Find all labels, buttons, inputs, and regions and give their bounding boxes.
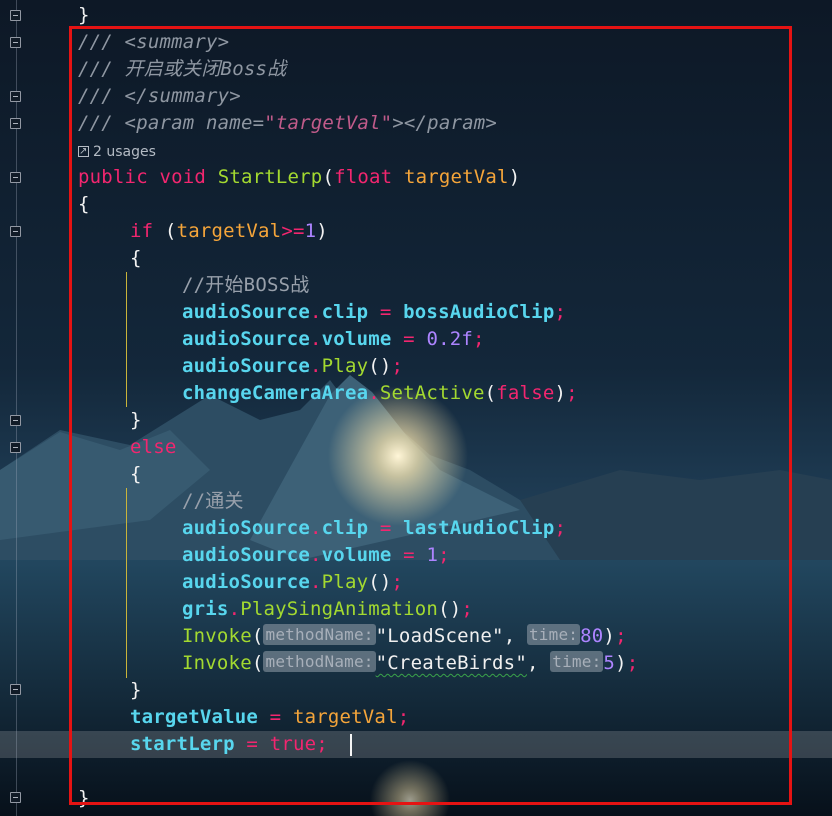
highlight-annotation-box — [69, 26, 792, 805]
code-line: } — [78, 4, 90, 26]
